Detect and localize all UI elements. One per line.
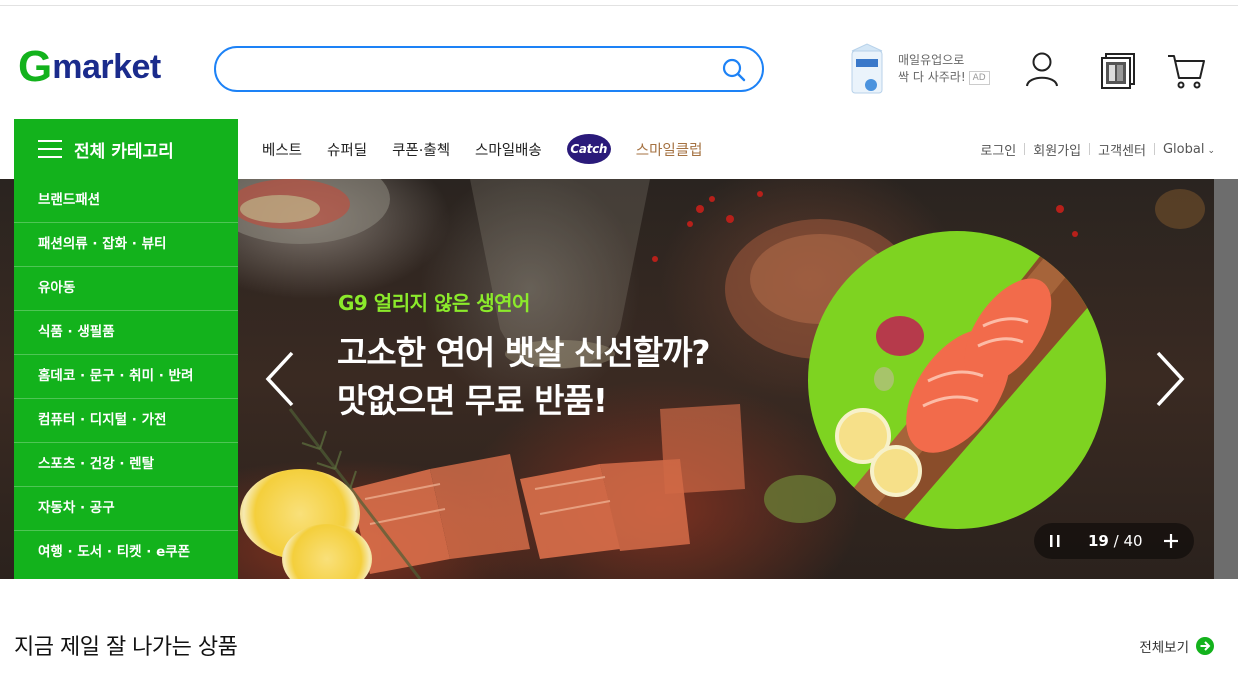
ad-badge: AD [968,70,990,85]
all-categories-button[interactable]: 전체 카테고리 [14,119,238,179]
divider [1024,143,1026,155]
utility-nav: 로그인 회원가입 고객센터 Global ⌄ [980,119,1215,179]
logo-wordmark: market [52,48,161,86]
slide-counter: 19 / 40 [1088,532,1143,550]
category-item[interactable]: 유아동 [14,267,238,311]
category-item[interactable]: 자동차 · 공구 [14,487,238,531]
nav-best[interactable]: 베스트 [262,139,302,160]
category-item[interactable]: 브랜드패션 [14,179,238,223]
nav-superdeal[interactable]: 슈퍼딜 [327,139,367,160]
section-title: 지금 제일 잘 나가는 상품 [14,635,238,660]
slide-total: / 40 [1113,532,1143,550]
hero-next-arrow-icon[interactable] [1152,349,1188,409]
login-link[interactable]: 로그인 [980,140,1016,159]
hero-title-line2: 맛없으면 무료 반품! [337,381,608,420]
customer-center-link[interactable]: 고객센터 [1098,140,1146,159]
cart-icon[interactable] [1166,48,1206,90]
hero-title-line1: 고소한 연어 뱃살 신선할까? [337,333,711,372]
gmarket-logo[interactable]: Gmarket [18,44,161,90]
nav-catch-logo[interactable]: Catch [566,134,611,164]
hero-subtitle: G9 얼리지 않은 생연어 [338,291,530,315]
hero-prev-arrow-icon[interactable] [262,349,298,409]
recent-viewed-icon[interactable] [1098,48,1138,90]
view-all-link[interactable]: 전체보기 [1139,636,1214,656]
ad-text: 매일유업으로 싹 다 사주라! AD [898,52,990,86]
nav-smile-delivery[interactable]: 스마일배송 [475,139,542,160]
divider [1153,143,1155,155]
slide-controls: 19 / 40 [1034,523,1194,559]
slide-current: 19 [1088,532,1109,550]
divider [1089,143,1091,155]
all-categories-label: 전체 카테고리 [74,141,174,162]
plus-icon[interactable] [1158,528,1184,554]
ad-banner[interactable]: 매일유업으로 싹 다 사주라! AD [846,42,996,96]
category-menu: 브랜드패션 패션의류 · 잡화 · 뷰티 유아동 식품 · 생필품 홈데코 · … [14,179,238,579]
category-item[interactable]: 패션의류 · 잡화 · 뷰티 [14,223,238,267]
menu-icon [38,140,62,158]
global-label: Global [1162,141,1205,157]
user-icon[interactable] [1022,48,1062,90]
category-item[interactable]: 여행 · 도서 · 티켓 · e쿠폰 [14,531,238,575]
nav-coupon[interactable]: 쿠폰·출첵 [392,139,450,160]
category-item[interactable]: 컴퓨터 · 디지털 · 가전 [14,399,238,443]
hero-title: 고소한 연어 뱃살 신선할까? 맛없으면 무료 반품! [337,329,711,425]
chevron-down-icon: ⌄ [1207,145,1215,156]
search-box [214,46,764,92]
nav-smile-club[interactable]: 스마일클럽 [636,139,703,160]
category-item[interactable]: 홈데코 · 문구 · 취미 · 반려 [14,355,238,399]
milk-carton-icon [851,43,883,94]
logo-g: G [18,42,52,91]
search-input[interactable] [234,58,708,82]
pause-icon[interactable] [1042,528,1068,554]
category-item[interactable]: 스포츠 · 건강 · 렌탈 [14,443,238,487]
hero-right-edge [1214,179,1238,579]
category-item[interactable]: 식품 · 생필품 [14,311,238,355]
ad-line2: 싹 다 사주라! [898,70,966,84]
search-icon[interactable] [720,56,748,84]
view-all-label: 전체보기 [1139,640,1189,656]
top-divider [0,5,1238,6]
ad-line1: 매일유업으로 [898,53,965,67]
main-nav: 베스트 슈퍼딜 쿠폰·출첵 스마일배송 Catch 스마일클럽 [262,119,702,179]
salmon-board-image [808,231,1106,529]
global-link[interactable]: Global ⌄ [1163,142,1215,157]
arrow-right-circle-icon [1196,637,1214,655]
signup-link[interactable]: 회원가입 [1033,140,1081,159]
